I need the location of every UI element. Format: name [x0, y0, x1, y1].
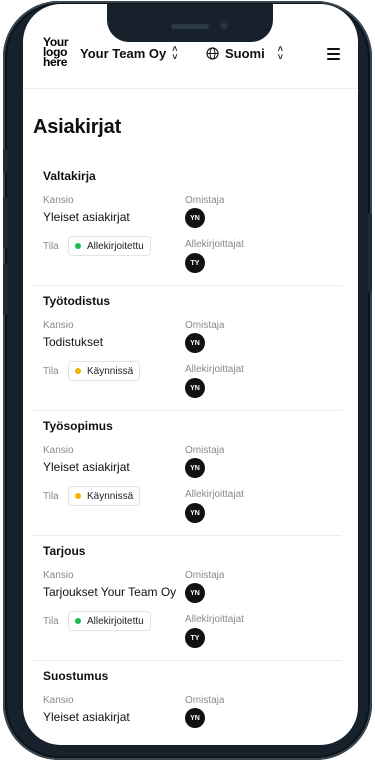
- document-card[interactable]: Tarjous Kansio Tarjoukset Your Team Oy O…: [33, 536, 342, 661]
- document-card[interactable]: Työsopimus Kansio Yleiset asiakirjat Omi…: [33, 411, 342, 536]
- power-button: [368, 213, 372, 293]
- logo[interactable]: Your logo here: [43, 36, 69, 69]
- status-dot-icon: [75, 243, 81, 249]
- status-text: Allekirjoitettu: [87, 615, 144, 627]
- app-header: Your logo here Your Team Oy ˄ ˅ Suomi ˄ ˅: [23, 34, 358, 89]
- signers-label: Allekirjoittajat: [185, 614, 244, 625]
- folder-label: Kansio: [43, 445, 74, 456]
- logo-line-3: here: [43, 55, 68, 69]
- owner-label: Omistaja: [185, 320, 225, 331]
- status-label: Tila: [43, 491, 59, 502]
- folder-label: Kansio: [43, 695, 74, 706]
- owner-label: Omistaja: [185, 695, 225, 706]
- team-name: Your Team Oy: [80, 45, 167, 61]
- signer-avatar: YN: [185, 503, 205, 523]
- owner-avatar: YN: [185, 708, 205, 728]
- document-card[interactable]: Valtakirja Kansio Yleiset asiakirjat Omi…: [33, 161, 342, 286]
- folder-value: Tarjoukset Your Team Oy: [43, 585, 177, 599]
- folder-value: Yleiset asiakirjat: [43, 460, 130, 474]
- status-text: Allekirjoitettu: [87, 240, 144, 252]
- document-title[interactable]: Tarjous: [43, 544, 85, 558]
- folder-label: Kansio: [43, 195, 74, 206]
- status-label: Tila: [43, 366, 59, 377]
- document-card[interactable]: Työtodistus Kansio Todistukset Omistaja …: [33, 286, 342, 411]
- document-title[interactable]: Työtodistus: [43, 294, 110, 308]
- signers-label: Allekirjoittajat: [185, 364, 244, 375]
- chevron-up-down-icon: ˄ ˅: [172, 44, 178, 62]
- document-card[interactable]: Suostumus Kansio Yleiset asiakirjat Omis…: [33, 661, 342, 745]
- status-dot-icon: [75, 493, 81, 499]
- folder-value: Yleiset asiakirjat: [43, 710, 130, 724]
- signer-avatar: YN: [185, 378, 205, 398]
- status-text: Käynnissä: [87, 365, 134, 377]
- status-badge: Käynnissä: [68, 486, 141, 506]
- status-label: Tila: [43, 616, 59, 627]
- signers-label: Allekirjoittajat: [185, 239, 244, 250]
- document-list: Valtakirja Kansio Yleiset asiakirjat Omi…: [23, 161, 358, 745]
- chevron-up-down-icon: ˄ ˅: [277, 44, 283, 62]
- hamburger-menu-icon[interactable]: [327, 48, 340, 60]
- document-title[interactable]: Valtakirja: [43, 169, 96, 183]
- folder-label: Kansio: [43, 570, 74, 581]
- notch: [107, 4, 273, 42]
- volume-down-button: [3, 263, 7, 315]
- owner-label: Omistaja: [185, 195, 225, 206]
- mute-switch: [3, 149, 7, 173]
- language-label: Suomi: [225, 45, 265, 61]
- status-badge: Allekirjoitettu: [68, 236, 151, 256]
- status-dot-icon: [75, 368, 81, 374]
- folder-value: Todistukset: [43, 335, 104, 349]
- signer-avatar: TY: [185, 628, 205, 648]
- speaker: [171, 24, 209, 29]
- status-badge: Käynnissä: [68, 361, 141, 381]
- folder-value: Yleiset asiakirjat: [43, 210, 130, 224]
- language-selector[interactable]: Suomi ˄ ˅: [206, 44, 283, 62]
- volume-up-button: [3, 197, 7, 249]
- status-badge: Allekirjoitettu: [68, 611, 151, 631]
- team-selector[interactable]: Your Team Oy ˄ ˅: [80, 44, 178, 62]
- document-title[interactable]: Työsopimus: [43, 419, 113, 433]
- owner-avatar: YN: [185, 208, 205, 228]
- status-dot-icon: [75, 618, 81, 624]
- status-label: Tila: [43, 241, 59, 252]
- signers-label: Allekirjoittajat: [185, 489, 244, 500]
- folder-label: Kansio: [43, 320, 74, 331]
- owner-label: Omistaja: [185, 445, 225, 456]
- camera: [219, 21, 229, 31]
- signer-avatar: TY: [185, 253, 205, 273]
- phone-frame: Your logo here Your Team Oy ˄ ˅ Suomi ˄ ˅: [3, 1, 372, 760]
- page-title: Asiakirjat: [33, 116, 122, 138]
- owner-avatar: YN: [185, 333, 205, 353]
- owner-label: Omistaja: [185, 570, 225, 581]
- globe-icon: [206, 46, 219, 60]
- owner-avatar: YN: [185, 583, 205, 603]
- document-title[interactable]: Suostumus: [43, 669, 108, 683]
- screen: Your logo here Your Team Oy ˄ ˅ Suomi ˄ ˅: [23, 4, 358, 745]
- owner-avatar: YN: [185, 458, 205, 478]
- status-text: Käynnissä: [87, 490, 134, 502]
